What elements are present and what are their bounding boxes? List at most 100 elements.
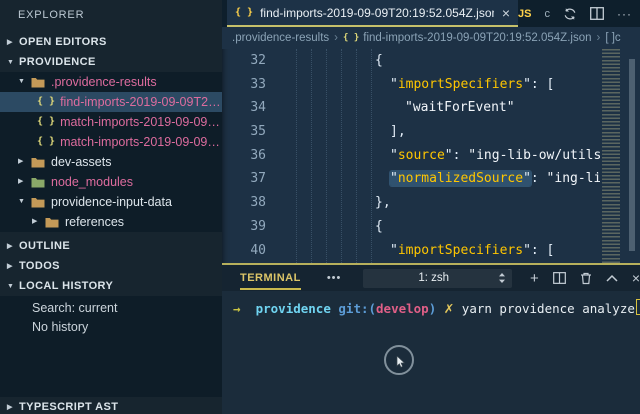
terminal-body[interactable]: → providence git:(develop) ✗ yarn provid… [222, 291, 640, 414]
section-local-history[interactable]: ▼LOCAL HISTORY [0, 276, 222, 296]
section-typescript-ast[interactable]: ▶TYPESCRIPT AST [0, 397, 222, 414]
terminal-cursor [636, 299, 640, 315]
tree-item-find-imports-2019-09-09t20-[interactable]: { }find-imports-2019-09-09T20... [0, 92, 222, 112]
section-label: LOCAL HISTORY [19, 280, 113, 292]
maximize-panel-icon[interactable] [606, 274, 618, 282]
section-todos[interactable]: ▶TODOS [0, 256, 222, 276]
split-terminal-icon[interactable] [553, 272, 566, 284]
tree-item-node-modules[interactable]: ▶node_modules [0, 172, 222, 192]
explorer-sidebar: EXPLORER ▶OPEN EDITORS ▼PROVIDENCE ▼.pro… [0, 0, 222, 414]
folder-icon [31, 157, 45, 168]
tree-item--providence-results[interactable]: ▼.providence-results [0, 72, 222, 92]
code-line-33[interactable]: 33"importSpecifiers": [ [222, 73, 600, 97]
json-file-icon: { } [235, 7, 253, 18]
tree-item-match-imports-2019-09-09t-[interactable]: { } match-imports-2019-09-09T... [0, 112, 222, 132]
code-token: " [523, 77, 531, 92]
section-label: TODOS [19, 260, 60, 272]
new-terminal-icon[interactable]: + [530, 271, 539, 286]
code-line-34[interactable]: 34 "waitForEvent" [222, 96, 600, 120]
code-line-37[interactable]: 37"normalizedSource": "ing-lib-ow [222, 167, 600, 191]
breadcrumb-file[interactable]: find-imports-2019-09-09T20:19:52.054Z.js… [363, 32, 591, 44]
tab-close-icon[interactable]: × [502, 5, 510, 21]
breadcrumb-folder[interactable]: .providence-results [232, 32, 329, 44]
line-number: 37 [222, 167, 266, 191]
code-token: normalizedSource [398, 171, 523, 186]
line-number: 39 [222, 215, 266, 239]
chevron-right-icon: ▶ [7, 398, 19, 414]
section-label: OUTLINE [19, 240, 70, 252]
code-token: : [453, 148, 469, 163]
code-editor[interactable]: 32 {33 "importSpecifiers": [ 34 "waitForEven… [222, 49, 640, 263]
code-line-36[interactable]: 36"source": "ing-lib-ow/utils/eve [222, 144, 600, 168]
word-highlight: "normalizedSource" [390, 171, 531, 186]
code-token: { [375, 219, 383, 234]
line-number: 34 [222, 96, 266, 120]
code-token: " [390, 148, 398, 163]
line-number: 35 [222, 120, 266, 144]
chevron-down-icon: ▼ [7, 53, 19, 73]
line-content: "importSpecifiers": [ [390, 239, 554, 263]
chevron-down-icon: ▼ [7, 277, 19, 297]
file-tree: ▼.providence-results{ }find-imports-2019… [0, 72, 222, 232]
terminal-more-icon[interactable]: ••• [327, 272, 342, 284]
code-line-39[interactable]: 39 { [222, 215, 600, 239]
section-label: OPEN EDITORS [19, 36, 107, 48]
more-actions-icon[interactable]: ··· [617, 7, 632, 21]
close-panel-icon[interactable]: × [632, 270, 640, 286]
code-line-32[interactable]: 32 { [222, 49, 600, 73]
editor-group: { } find-imports-2019-09-09T20:19:52.054… [222, 0, 640, 265]
sync-icon[interactable] [563, 7, 577, 21]
terminal-tab[interactable]: TERMINAL [240, 272, 301, 284]
code-lines: 32 {33 "importSpecifiers": [ 34 "waitForEven… [222, 49, 600, 263]
line-number: 33 [222, 73, 266, 97]
code-token: " [523, 243, 531, 258]
tree-item-dev-assets[interactable]: ▶ dev-assets [0, 152, 222, 172]
code-token: " [390, 171, 398, 186]
line-content: { [375, 49, 383, 73]
section-providence[interactable]: ▼PROVIDENCE [0, 52, 222, 72]
tab-find-imports-json[interactable]: { } find-imports-2019-09-09T20:19:52.054… [227, 0, 518, 27]
breadcrumb-node[interactable]: [ ]c [605, 32, 620, 44]
terminal-shell-select[interactable]: 1: zsh [363, 269, 512, 288]
tree-item-label: providence-input-data [51, 192, 172, 212]
chevron-down-icon: ▼ [18, 72, 31, 92]
c-badge[interactable]: c [545, 8, 551, 20]
code-line-35[interactable]: 35], [222, 120, 600, 144]
line-number: 32 [222, 49, 266, 73]
section-outline[interactable]: ▶OUTLINE [0, 236, 222, 256]
code-token: "waitForEvent" [405, 100, 515, 115]
chevron-down-icon: ▼ [18, 192, 31, 212]
breadcrumb: .providence-results › { } find-imports-2… [222, 27, 640, 49]
tab-label: find-imports-2019-09-09T20:19:52.054Z.js… [260, 6, 494, 20]
chevron-right-icon: ▶ [7, 257, 19, 277]
terminal-shell-value: 1: zsh [369, 272, 498, 284]
code-line-40[interactable]: 40"importSpecifiers": [ [222, 239, 600, 263]
code-token: "ing-lib-ow/utils/eve [468, 148, 600, 163]
line-number: 36 [222, 144, 266, 168]
tree-item-providence-input-data[interactable]: ▼ providence-input-data [0, 192, 222, 212]
json-file-icon: { } [37, 112, 55, 132]
local-history-panel: Search: currentNo history [0, 296, 222, 397]
code-line-38[interactable]: 38}, [222, 191, 600, 215]
sidebar-title: EXPLORER [18, 0, 84, 30]
tree-item-label: references [65, 212, 124, 232]
tree-item-label: dev-assets [51, 152, 111, 172]
split-editor-icon[interactable] [590, 7, 604, 20]
chevron-right-icon: ▶ [18, 152, 31, 172]
json-file-icon: { } [37, 92, 55, 112]
editor-scrollbar[interactable] [628, 49, 636, 263]
minimap[interactable] [600, 49, 626, 263]
prompt-arrow: → [233, 301, 241, 316]
section-open-editors[interactable]: ▶OPEN EDITORS [0, 32, 222, 52]
terminal-actions: + [530, 270, 640, 286]
node-modules-folder-icon [31, 177, 45, 188]
code-token: importSpecifiers [398, 77, 523, 92]
trash-icon[interactable] [580, 272, 592, 285]
tree-item-match-imports-2019-09-09t-[interactable]: { }match-imports-2019-09-09T... [0, 132, 222, 152]
code-token: : [531, 171, 547, 186]
tree-item-label: match-imports-2019-09-09T... [60, 112, 222, 132]
scrollbar-thumb[interactable] [629, 59, 635, 251]
code-token: importSpecifiers [398, 243, 523, 258]
tree-item-references[interactable]: ▶references [0, 212, 222, 232]
js-language-badge[interactable]: JS [518, 8, 531, 20]
